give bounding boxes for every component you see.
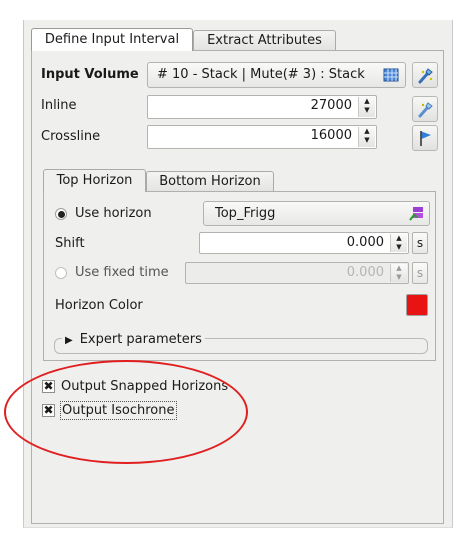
input-volume-select[interactable]: # 10 - Stack | Mute(# 3) : Stack	[147, 62, 406, 88]
inline-stepper[interactable]: ▲ ▼	[358, 97, 375, 117]
input-volume-label: Input Volume	[41, 67, 139, 82]
shift-label: Shift	[55, 236, 85, 251]
fixed-time-spinbox[interactable]: 0.000 ▲ ▼	[185, 262, 409, 284]
inline-value: 27000	[310, 98, 352, 113]
inline-spinbox[interactable]: 27000 ▲ ▼	[147, 95, 377, 119]
select-volume-button[interactable]	[412, 62, 438, 88]
volume-grid-icon	[383, 67, 399, 83]
inline-label: Inline	[41, 98, 77, 113]
expert-parameters-toggle[interactable]: ▶ Expert parameters	[62, 331, 205, 350]
shift-unit-label: s	[416, 236, 424, 250]
fixed-time-stepper[interactable]: ▲ ▼	[390, 264, 407, 282]
use-fixed-time-radio[interactable]	[55, 267, 67, 279]
horizon-select[interactable]: Top_Frigg	[203, 201, 430, 226]
input-volume-value: # 10 - Stack | Mute(# 3) : Stack	[157, 67, 365, 82]
fixed-time-value: 0.000	[346, 265, 384, 280]
expert-parameters-label: Expert parameters	[79, 332, 202, 347]
crossline-label: Crossline	[41, 129, 101, 144]
expand-arrow-icon: ▶	[65, 335, 73, 346]
shift-value: 0.000	[346, 235, 384, 250]
crossline-stepper[interactable]: ▲ ▼	[358, 127, 375, 147]
tab-define-input-interval[interactable]: Define Input Interval	[31, 28, 193, 51]
shift-spinbox[interactable]: 0.000 ▲ ▼	[199, 232, 409, 254]
fixed-time-unit-label: s	[416, 266, 424, 280]
crossline-flag-button[interactable]	[412, 125, 438, 151]
horizon-color-label: Horizon Color	[55, 298, 143, 313]
shift-unit: s	[412, 232, 428, 254]
use-horizon-radio[interactable]	[55, 208, 67, 220]
tab-bottom-horizon[interactable]: Bottom Horizon	[146, 171, 274, 192]
crossline-value: 16000	[310, 128, 352, 143]
use-horizon-label: Use horizon	[75, 206, 152, 221]
use-fixed-time-label: Use fixed time	[75, 265, 169, 280]
tab-extract-attributes-label: Extract Attributes	[207, 33, 322, 48]
tab-top-horizon-label: Top Horizon	[56, 173, 133, 188]
flag-icon	[418, 130, 434, 147]
wand-icon	[417, 101, 434, 118]
pick-wand-icon	[417, 67, 434, 84]
horizon-value: Top_Frigg	[215, 206, 276, 221]
fixed-time-unit: s	[412, 262, 428, 284]
crossline-spinbox[interactable]: 16000 ▲ ▼	[147, 125, 377, 149]
horizon-surface-icon	[409, 205, 425, 222]
shift-stepper[interactable]: ▲ ▼	[390, 234, 407, 252]
tab-extract-attributes[interactable]: Extract Attributes	[193, 30, 336, 51]
tab-top-horizon[interactable]: Top Horizon	[43, 169, 146, 192]
tab-define-input-interval-label: Define Input Interval	[44, 32, 180, 47]
tab-bottom-horizon-label: Bottom Horizon	[159, 174, 261, 189]
inline-settings-button[interactable]	[412, 96, 438, 122]
horizon-color-swatch[interactable]	[406, 294, 428, 316]
annotation-ellipse	[4, 360, 248, 464]
